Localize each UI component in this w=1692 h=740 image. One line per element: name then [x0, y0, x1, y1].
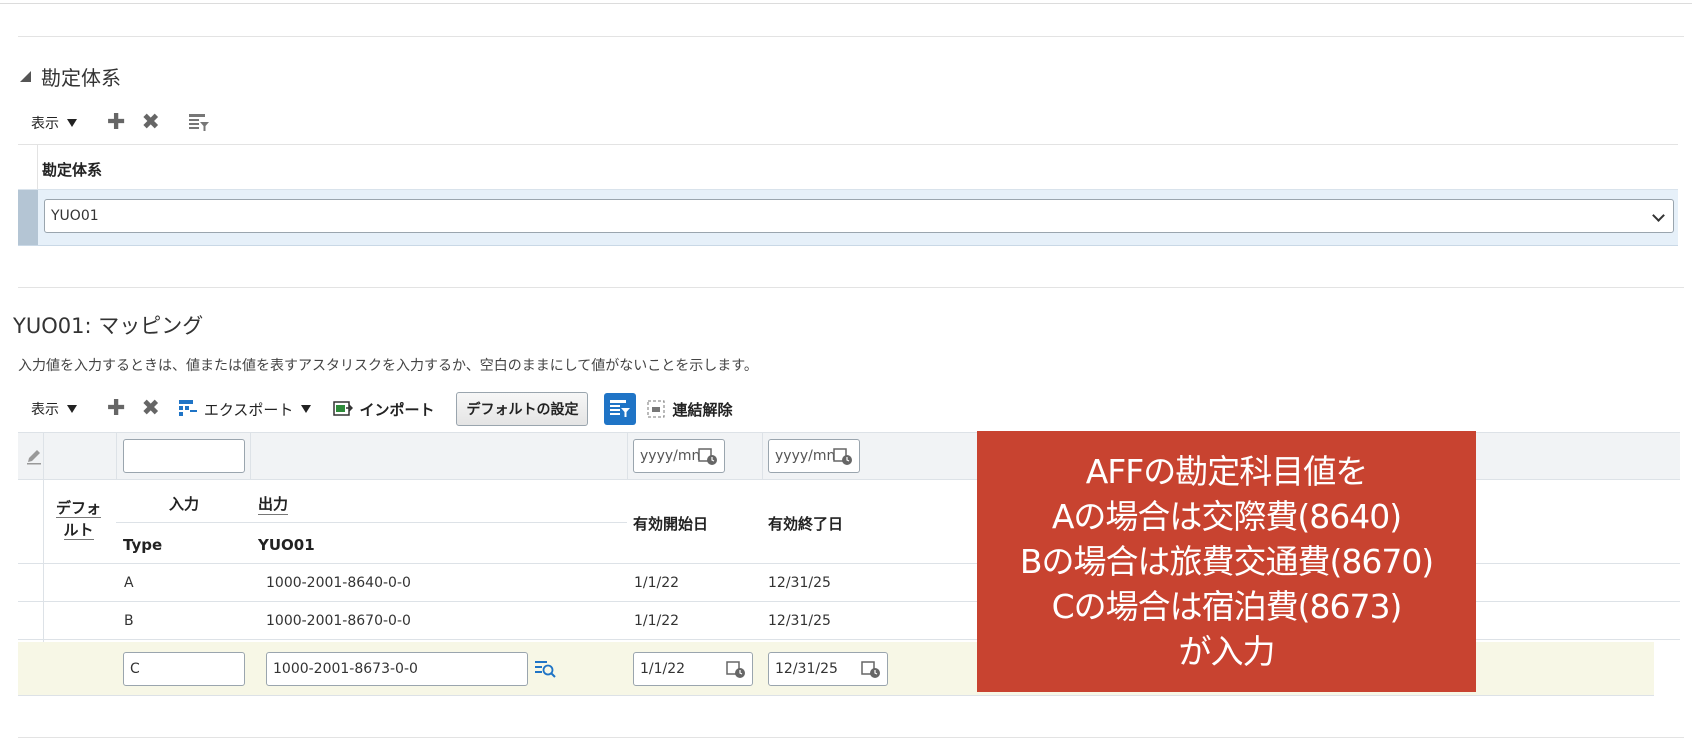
chart-of-accounts-select[interactable]: YUO01	[44, 199, 1674, 233]
view-menu[interactable]: 表示	[31, 399, 77, 419]
type-input-value: C	[130, 661, 140, 677]
add-icon[interactable]: ✚	[107, 398, 125, 420]
cell-type: B	[124, 613, 134, 629]
chart-of-accounts-table: 勘定体系 YUO01	[18, 144, 1678, 246]
unlink-icon	[647, 400, 665, 418]
col-divider	[250, 432, 251, 480]
section-title-text: 勘定体系	[41, 66, 121, 90]
cell-start-date: 1/1/22	[634, 613, 680, 629]
cell-type: A	[124, 575, 134, 591]
query-by-example-icon[interactable]	[188, 113, 210, 133]
output-input-value: 1000-2001-8673-0-0	[273, 661, 418, 677]
unlink-label: 連結解除	[672, 400, 733, 419]
annotation-callout: AFFの勘定科目値を Aの場合は交際費(8640) Bの場合は旅費交通費(867…	[977, 431, 1476, 692]
export-menu[interactable]: エクスポート	[178, 399, 312, 420]
section1-toolbar: 表示 ✚ ✖	[31, 108, 210, 138]
section1-divider	[18, 36, 1684, 37]
delete-icon[interactable]: ✖	[141, 398, 159, 420]
cell-output: 1000-2001-8670-0-0	[266, 613, 411, 629]
view-menu-label: 表示	[31, 402, 59, 418]
calendar-icon[interactable]	[861, 659, 881, 679]
import-label: インポート	[359, 400, 435, 419]
mapping-description: 入力値を入力するときは、値または値を表すアスタリスクを入力するか、空白のままにし…	[18, 358, 758, 374]
column-header-output[interactable]: 出力	[258, 493, 289, 515]
table-header: 勘定体系	[18, 144, 1678, 190]
section-title-chart-of-accounts[interactable]: 勘定体系	[20, 62, 121, 91]
cell-end-date: 12/31/25	[768, 613, 831, 629]
calendar-icon[interactable]	[726, 659, 746, 679]
caret-down-icon	[67, 119, 77, 127]
add-icon[interactable]: ✚	[107, 112, 125, 134]
output-input[interactable]: 1000-2001-8673-0-0	[266, 652, 528, 686]
column-header-input[interactable]: 入力	[169, 493, 199, 514]
callout-line: Cの場合は宿泊費(8673)	[1051, 587, 1403, 626]
collapse-triangle-icon[interactable]	[20, 71, 31, 82]
column-header-chart-of-accounts[interactable]: 勘定体系	[42, 159, 102, 180]
callout-line: Bの場合は旅費交通費(8670)	[1019, 542, 1434, 581]
section2-divider	[18, 287, 1684, 288]
bottom-divider	[18, 737, 1684, 738]
column-header-start-date[interactable]: 有効開始日	[633, 513, 708, 534]
header-subdivider	[116, 522, 627, 523]
col-divider	[627, 432, 628, 480]
mapping-title: YUO01: マッピング	[13, 314, 204, 338]
filter-input-type[interactable]	[123, 439, 245, 473]
col-divider	[762, 432, 763, 480]
import-icon	[333, 401, 354, 416]
calendar-icon[interactable]	[698, 446, 718, 466]
section2-toolbar: 表示 ✚ ✖ エクスポート インポート デフォルトの設定 連結解除	[31, 391, 732, 427]
top-divider	[0, 3, 1692, 4]
col-divider	[116, 432, 117, 480]
row-selector[interactable]	[18, 190, 38, 245]
unlink-button[interactable]: 連結解除	[646, 399, 732, 420]
view-menu[interactable]: 表示	[31, 113, 77, 133]
delete-icon[interactable]: ✖	[141, 112, 159, 134]
column-header-default[interactable]: デフォ ルト	[56, 497, 102, 541]
column-header-type[interactable]: Type	[123, 536, 162, 554]
start-date-value: 1/1/22	[640, 661, 686, 677]
calendar-icon[interactable]	[833, 446, 853, 466]
edit-pencil-icon	[27, 450, 41, 465]
default-header-line1: デフォ	[56, 499, 102, 518]
query-by-example-toggle-icon[interactable]	[604, 393, 637, 425]
date-placeholder: yyyy/mn	[640, 448, 701, 464]
export-label: エクスポート	[203, 400, 294, 419]
end-date-value: 12/31/25	[775, 661, 838, 677]
filter-end-date[interactable]: yyyy/mn	[768, 439, 860, 473]
column-header-yuo01[interactable]: YUO01	[258, 536, 315, 554]
export-icon	[178, 400, 197, 416]
type-input[interactable]: C	[123, 652, 245, 686]
set-default-button[interactable]: デフォルトの設定	[456, 392, 589, 426]
start-date-input[interactable]: 1/1/22	[633, 652, 753, 686]
column-header-end-date[interactable]: 有効終了日	[768, 513, 843, 534]
date-placeholder: yyyy/mn	[775, 448, 836, 464]
table-row[interactable]: YUO01	[18, 190, 1678, 246]
caret-down-icon	[67, 405, 77, 413]
cell-start-date: 1/1/22	[634, 575, 680, 591]
cell-output: 1000-2001-8640-0-0	[266, 575, 411, 591]
end-date-input[interactable]: 12/31/25	[768, 652, 888, 686]
cell-end-date: 12/31/25	[768, 575, 831, 591]
caret-down-icon	[301, 405, 312, 413]
search-account-icon[interactable]	[534, 659, 556, 679]
filter-start-date[interactable]: yyyy/mn	[633, 439, 725, 473]
callout-line: AFFの勘定科目値を	[1085, 452, 1369, 491]
callout-line: が入力	[1178, 632, 1276, 671]
view-menu-label: 表示	[31, 116, 59, 132]
select-value: YUO01	[51, 208, 99, 224]
default-header-line2: ルト	[63, 521, 94, 540]
import-button[interactable]: インポート	[333, 399, 434, 420]
callout-line: Aの場合は交際費(8640)	[1051, 497, 1402, 536]
row-indicator-header	[18, 145, 38, 189]
chevron-down-icon	[1652, 209, 1665, 222]
